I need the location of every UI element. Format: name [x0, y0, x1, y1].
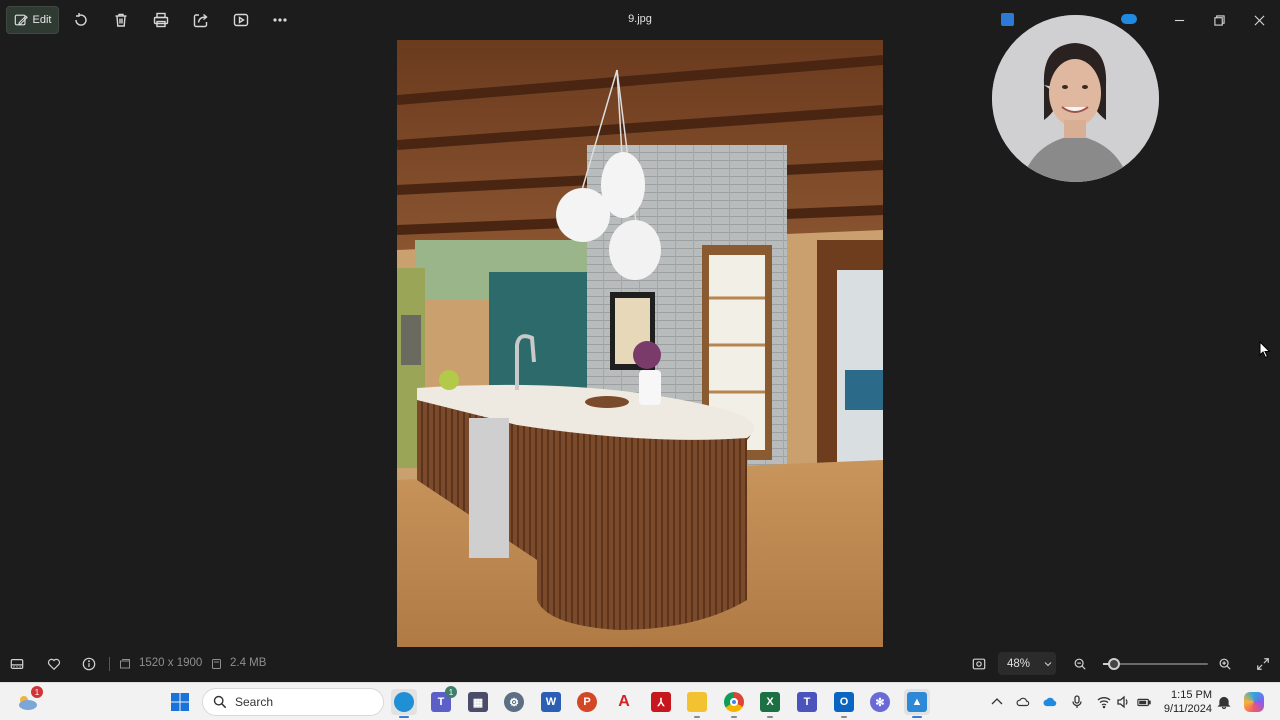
close-button[interactable] [1249, 10, 1269, 30]
taskbar-teams-work[interactable]: T [794, 689, 820, 715]
taskbar-acrobat-reader[interactable]: ⅄ [648, 689, 674, 715]
taskbar-settings[interactable]: ⚙ [501, 689, 527, 715]
taskbar-calculator[interactable]: ▦ [465, 689, 491, 715]
slideshow-icon[interactable] [231, 10, 251, 30]
status-separator [109, 657, 110, 671]
copilot-icon [1244, 692, 1264, 712]
weather-widget[interactable]: 1 [14, 686, 43, 715]
minimize-button[interactable] [1169, 10, 1189, 30]
editor-app-icon [1001, 13, 1014, 26]
photos-app-window: Edit 9.jpg 1520 x 1900 2.4 MB 48% [0, 0, 1280, 682]
acrobat-reader-icon: ⅄ [651, 692, 671, 712]
copilot-button[interactable] [1241, 689, 1267, 715]
edit-button[interactable]: Edit [6, 6, 59, 34]
weather-badge: 1 [31, 686, 43, 698]
windows-taskbar: 1 Search T 1 ▦ ⚙ W P A ⅄ X T O ✻ ▲ 1:15 … [0, 682, 1280, 720]
search-placeholder: Search [235, 695, 274, 709]
clock-time: 1:15 PM [1171, 689, 1212, 701]
running-indicator [694, 716, 700, 718]
full-screen-icon[interactable] [1254, 656, 1272, 672]
taskbar-teams[interactable]: T 1 [428, 686, 457, 715]
clock-date: 9/11/2024 [1163, 703, 1212, 715]
delete-icon[interactable] [111, 10, 131, 30]
microphone-icon[interactable] [1069, 695, 1085, 709]
window-title: 9.jpg [628, 13, 652, 25]
edge-icon [394, 692, 414, 712]
taskbar-outlook[interactable]: O [831, 689, 857, 718]
onedrive-tray-icon[interactable] [1042, 695, 1058, 709]
outlook-icon: O [834, 692, 854, 712]
show-hidden-icons-chevron-up-icon[interactable] [989, 695, 1005, 709]
zoom-level-dropdown[interactable]: 48% [998, 652, 1056, 675]
taskbar-file-explorer[interactable] [684, 689, 710, 718]
taskbar-excel[interactable]: X [757, 689, 783, 718]
zoom-slider[interactable] [1103, 658, 1208, 670]
chrome-icon [724, 692, 744, 712]
photos-icon: ▲ [907, 692, 927, 712]
active-indicator [912, 716, 922, 718]
teams-work-icon: T [797, 692, 817, 712]
windows-logo-icon [171, 693, 189, 711]
wifi-icon[interactable] [1096, 695, 1112, 709]
running-indicator [841, 716, 847, 718]
rotate-icon[interactable] [71, 10, 91, 30]
more-icon[interactable] [270, 10, 290, 30]
teams-badge: 1 [445, 686, 457, 698]
taskbar-chrome[interactable] [721, 689, 747, 718]
onedrive-icon [1121, 14, 1137, 24]
snowflake-icon: ✻ [870, 692, 890, 712]
taskbar-clock[interactable]: 1:15 PM 9/11/2024 [1156, 688, 1212, 716]
restore-button[interactable] [1209, 10, 1229, 30]
kitchen-interior-photo [397, 40, 883, 647]
excel-icon: X [760, 692, 780, 712]
file-info-icon[interactable] [80, 656, 98, 672]
cloud-icon[interactable] [1015, 695, 1031, 709]
filmstrip-icon[interactable] [8, 656, 26, 672]
acrobat-icon: A [618, 693, 630, 710]
dimensions-icon [120, 659, 130, 669]
chevron-down-icon [1044, 661, 1052, 666]
search-icon [213, 695, 227, 709]
filesize-icon [212, 659, 221, 669]
notification-bell-icon[interactable] [1216, 695, 1232, 709]
running-indicator [731, 716, 737, 718]
favorite-heart-icon[interactable] [45, 656, 63, 672]
edit-button-label: Edit [32, 14, 52, 26]
gear-icon: ⚙ [504, 692, 524, 712]
webcam-overlay [992, 15, 1159, 182]
running-indicator [767, 716, 773, 718]
mouse-cursor-icon [1259, 341, 1271, 359]
start-button[interactable] [167, 689, 193, 715]
fit-to-window-icon[interactable] [970, 656, 988, 672]
taskbar-acrobat[interactable]: A [611, 689, 637, 715]
taskbar-app-snowflake[interactable]: ✻ [867, 689, 893, 715]
edit-image-icon [14, 14, 28, 26]
image-dimensions: 1520 x 1900 [139, 657, 203, 669]
battery-icon[interactable] [1136, 695, 1152, 709]
taskbar-word[interactable]: W [538, 689, 564, 715]
zoom-level-value: 48% [1007, 657, 1031, 670]
word-icon: W [541, 692, 561, 712]
print-icon[interactable] [151, 10, 171, 30]
calculator-icon: ▦ [468, 692, 488, 712]
zoom-slider-knob[interactable] [1107, 658, 1120, 670]
taskbar-photos[interactable]: ▲ [904, 689, 930, 718]
taskbar-edge[interactable] [391, 689, 417, 718]
speaker-icon[interactable] [1115, 695, 1131, 709]
zoom-in-icon[interactable] [1216, 656, 1234, 672]
folder-icon [687, 692, 707, 712]
share-icon[interactable] [191, 10, 211, 30]
powerpoint-icon: P [577, 692, 597, 712]
taskbar-powerpoint[interactable]: P [574, 689, 600, 715]
active-indicator [399, 716, 409, 718]
file-size: 2.4 MB [230, 657, 267, 669]
zoom-out-icon[interactable] [1071, 656, 1089, 672]
taskbar-search-box[interactable]: Search [202, 688, 384, 716]
